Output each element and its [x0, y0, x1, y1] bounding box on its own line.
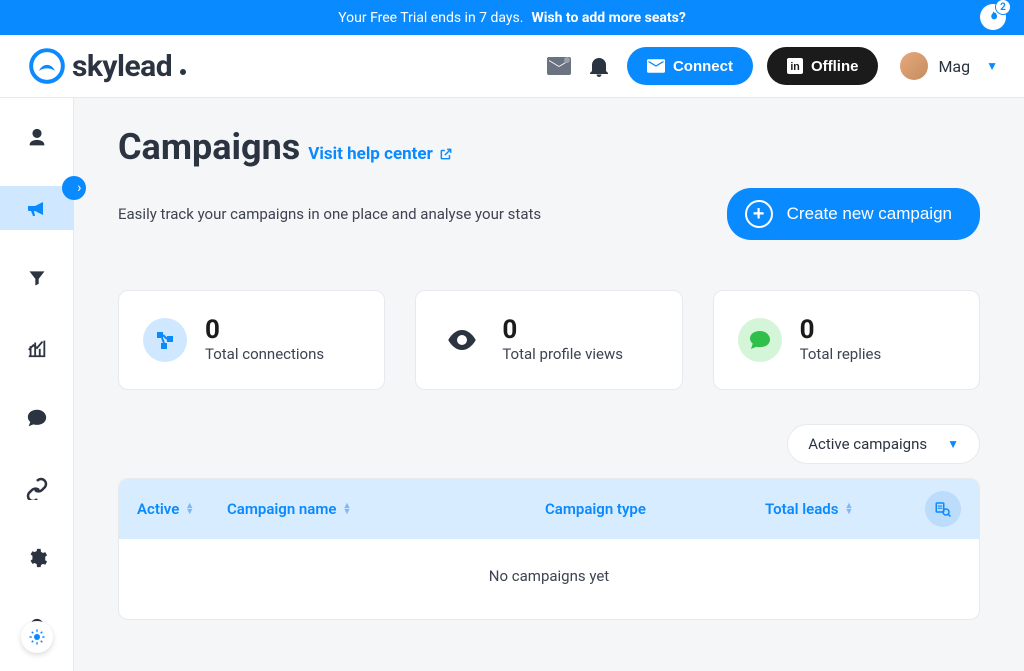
megaphone-icon	[25, 196, 49, 220]
chevron-down-icon: ▼	[986, 59, 998, 73]
linkedin-icon: in	[787, 58, 803, 74]
logo-mark-icon	[28, 47, 66, 85]
sort-icon: ▲▼	[185, 503, 194, 515]
main-content: Campaigns Visit help center Easily track…	[74, 98, 1024, 671]
logo-wordmark: skylead	[72, 49, 172, 84]
help-center-link[interactable]: Visit help center	[308, 144, 453, 164]
help-link-text: Visit help center	[308, 144, 433, 164]
trial-banner: Your Free Trial ends in 7 days. Wish to …	[0, 0, 1024, 35]
banner-cta-link[interactable]: Wish to add more seats?	[531, 10, 685, 26]
user-menu[interactable]: Mag ▼	[900, 52, 998, 80]
connect-label: Connect	[673, 58, 733, 75]
campaign-filter-dropdown[interactable]: Active campaigns ▼	[787, 424, 980, 464]
sidebar-item-profile[interactable]	[15, 116, 59, 160]
card-connections: 0 Total connections	[118, 290, 385, 390]
chevron-down-icon: ▼	[947, 437, 959, 451]
connect-button[interactable]: Connect	[627, 47, 753, 85]
theme-toggle[interactable]	[21, 621, 53, 653]
inbox-icon[interactable]	[547, 57, 571, 75]
filter-selected: Active campaigns	[808, 435, 927, 453]
bell-icon[interactable]	[589, 55, 609, 77]
svg-text:in: in	[790, 61, 799, 73]
sort-icon: ▲▼	[342, 503, 351, 515]
notification-count: 2	[996, 0, 1010, 14]
views-value: 0	[502, 317, 623, 343]
connections-label: Total connections	[205, 345, 324, 363]
user-icon	[26, 127, 48, 149]
sidebar-item-settings[interactable]	[15, 536, 59, 580]
funnel-icon	[27, 268, 47, 288]
sidebar-item-reports[interactable]	[15, 326, 59, 370]
notification-badge[interactable]: 2	[980, 4, 1006, 30]
external-link-icon	[439, 147, 453, 161]
envelope-icon	[647, 59, 665, 73]
chevron-right-icon: ›	[77, 180, 81, 196]
th-active[interactable]: Active ▲▼	[137, 500, 227, 518]
create-campaign-label: Create new campaign	[787, 204, 952, 224]
card-replies: 0 Total replies	[713, 290, 980, 390]
stats-cards: 0 Total connections 0 Total profile view…	[118, 290, 980, 390]
sort-icon: ▲▼	[844, 503, 853, 515]
brand-logo[interactable]: skylead	[28, 47, 186, 85]
table-header: Active ▲▼ Campaign name ▲▼ Campaign type…	[119, 479, 979, 539]
campaigns-table: Active ▲▼ Campaign name ▲▼ Campaign type…	[118, 478, 980, 620]
replies-value: 0	[800, 317, 882, 343]
create-campaign-button[interactable]: + Create new campaign	[727, 188, 980, 240]
sun-icon	[28, 628, 46, 646]
offline-button[interactable]: in Offline	[767, 47, 879, 85]
th-campaign-type[interactable]: Campaign type	[545, 500, 765, 518]
user-name: Mag	[938, 57, 970, 76]
logo-dot	[180, 69, 186, 75]
sidebar-item-filters[interactable]	[15, 256, 59, 300]
card-views: 0 Total profile views	[415, 290, 682, 390]
banner-text: Your Free Trial ends in 7 days.	[338, 10, 523, 26]
table-empty-state: No campaigns yet	[119, 539, 979, 619]
sidebar-item-chat[interactable]	[15, 396, 59, 440]
th-campaign-name[interactable]: Campaign name ▲▼	[227, 500, 507, 518]
replies-icon	[738, 318, 782, 362]
plus-icon: +	[745, 200, 773, 228]
views-label: Total profile views	[502, 345, 623, 363]
avatar	[900, 52, 928, 80]
chart-icon	[25, 337, 49, 359]
views-icon	[440, 318, 484, 362]
chat-icon	[26, 407, 48, 429]
table-search-button[interactable]	[925, 491, 961, 527]
sidebar-item-campaigns[interactable]: ›	[0, 186, 74, 230]
sidebar: ›	[0, 98, 74, 671]
connections-icon	[143, 318, 187, 362]
offline-label: Offline	[811, 58, 859, 75]
topbar: skylead Connect in Offline Mag ▼	[0, 35, 1024, 98]
search-columns-icon	[934, 500, 952, 518]
link-icon	[25, 476, 49, 500]
sidebar-item-links[interactable]	[15, 466, 59, 510]
th-total-leads[interactable]: Total leads ▲▼	[765, 500, 925, 518]
connections-value: 0	[205, 317, 324, 343]
page-subtitle: Easily track your campaigns in one place…	[118, 205, 541, 223]
replies-label: Total replies	[800, 345, 882, 363]
page-title: Campaigns	[118, 126, 300, 168]
gear-icon	[26, 547, 48, 569]
